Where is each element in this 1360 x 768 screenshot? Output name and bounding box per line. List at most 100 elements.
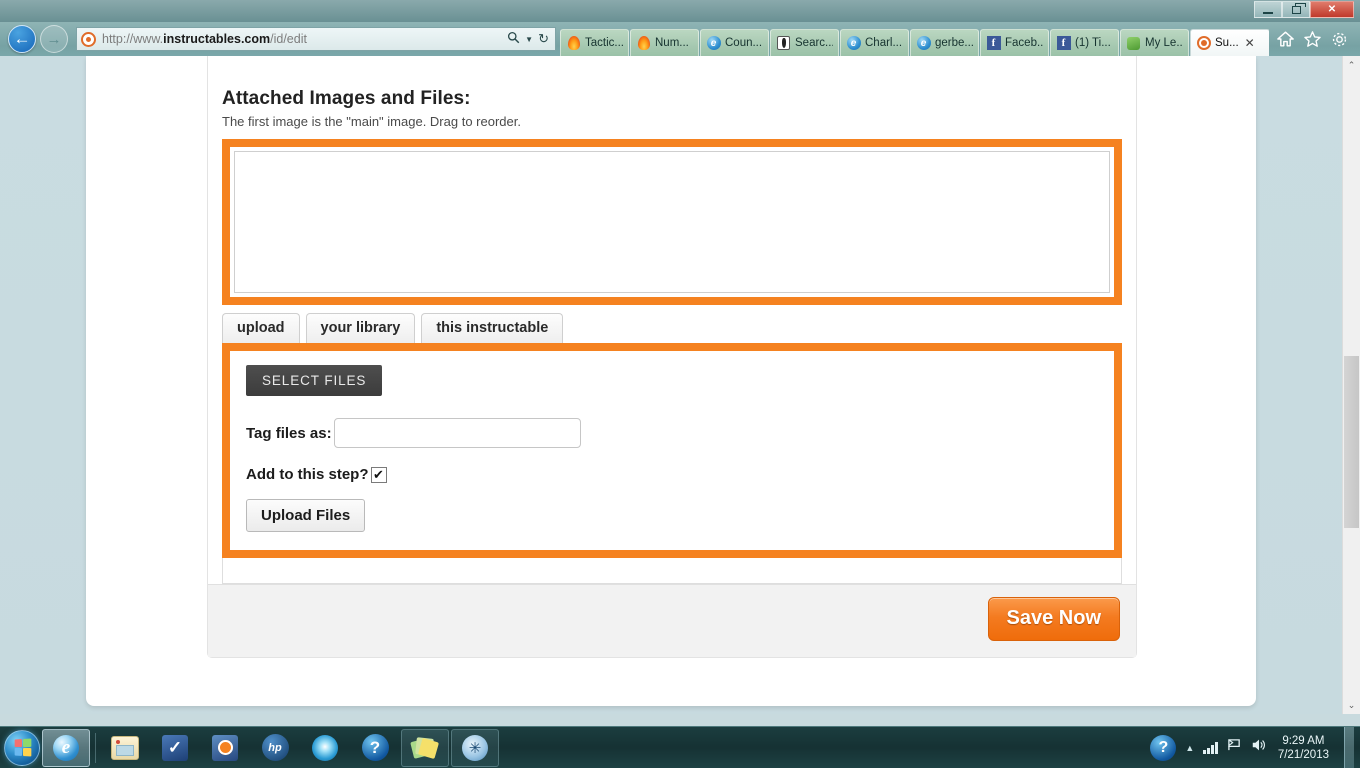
tab-this-instructable[interactable]: this instructable — [421, 313, 564, 343]
page-scrollbar[interactable]: ⌃ ⌄ — [1342, 56, 1360, 714]
dropzone-highlight — [222, 139, 1122, 305]
image-dropzone[interactable] — [234, 151, 1110, 293]
taskbar-item-help[interactable]: ? — [351, 729, 399, 767]
page-viewport: Attached Images and Files: The first ima… — [0, 56, 1360, 714]
browser-tab-2[interactable]: Coun... — [700, 29, 769, 56]
tray-overflow-caret-icon[interactable]: ▲ — [1185, 743, 1194, 753]
browser-tab-5[interactable]: gerbe... — [910, 29, 979, 56]
instructables-page: Attached Images and Files: The first ima… — [86, 56, 1256, 706]
taskbar: e ✓ hp ? ✳ ? ▲ 9:29 AM 7/21/2013 — [0, 726, 1360, 768]
ie-icon — [706, 36, 721, 51]
sticky-notes-icon — [410, 736, 440, 760]
site-identity-icon — [81, 31, 96, 47]
tab-upload[interactable]: upload — [222, 313, 300, 343]
clock[interactable]: 9:29 AM 7/21/2013 — [1276, 734, 1331, 762]
restore-button[interactable] — [1282, 1, 1310, 18]
taskbar-item-glow-app[interactable] — [301, 729, 349, 767]
close-button[interactable]: ✕ — [1310, 1, 1354, 18]
signal-bars-icon[interactable] — [1203, 741, 1218, 754]
taskbar-item-satellite-app[interactable]: ✳ — [451, 728, 499, 767]
taskbar-item-internet-explorer[interactable]: e — [42, 728, 90, 767]
taskbar-item-media-player[interactable] — [201, 729, 249, 767]
address-bar[interactable]: http://www.instructables.com/id/edit ▼ ↻ — [76, 27, 556, 51]
tray-question-mark-icon[interactable]: ? — [1150, 734, 1177, 761]
tab-label: Faceb... — [1005, 37, 1043, 49]
tab-label: My Le... — [1145, 37, 1183, 49]
flag-icon[interactable] — [1227, 738, 1242, 757]
start-button[interactable] — [4, 729, 40, 766]
upload-files-button[interactable]: Upload Files — [246, 499, 366, 532]
show-desktop-button[interactable] — [1344, 726, 1354, 768]
browser-tab-3[interactable]: Searc... — [770, 29, 839, 56]
browser-tab-9-active[interactable]: Su... ✕ — [1190, 29, 1269, 56]
settings-gear-icon[interactable] — [1331, 31, 1348, 48]
scroll-down-arrow-icon[interactable]: ⌄ — [1343, 696, 1360, 714]
chevron-down-icon[interactable]: ▼ — [525, 35, 533, 44]
browser-tab-0[interactable]: Tactic... — [560, 29, 629, 56]
taskbar-item-windows-explorer[interactable] — [101, 729, 149, 767]
tab-label: Searc... — [795, 37, 833, 49]
editor-form: Attached Images and Files: The first ima… — [207, 56, 1137, 658]
scrollbar-thumb[interactable] — [1344, 356, 1359, 528]
tab-strip: Tactic... Num... Coun... Searc... Charl.… — [560, 22, 1269, 56]
speaker-icon[interactable] — [1251, 738, 1267, 757]
clock-date: 7/21/2013 — [1277, 748, 1329, 761]
instructables-icon — [1196, 36, 1211, 51]
media-play-icon — [212, 734, 238, 761]
facebook-icon: f — [1056, 36, 1071, 51]
page-subtitle: The first image is the "main" image. Dra… — [222, 114, 521, 129]
browser-tab-7[interactable]: f (1) Ti... — [1050, 29, 1119, 56]
system-tray: ? ▲ 9:29 AM 7/21/2013 — [1150, 726, 1360, 768]
browser-toolbar: ← → http://www.instructables.com/id/edit… — [0, 22, 1360, 56]
refresh-icon[interactable]: ↻ — [538, 31, 549, 47]
check-icon: ✓ — [162, 734, 188, 761]
page-title: Attached Images and Files: — [222, 88, 471, 109]
tab-label: Charl... — [865, 37, 903, 49]
browser-tab-1[interactable]: Num... — [630, 29, 699, 56]
title-bar: ✕ — [0, 0, 1360, 22]
browser-tool-icons — [1269, 31, 1356, 48]
taskbar-item-sticky-notes[interactable] — [401, 728, 449, 767]
black-pen-icon — [776, 36, 791, 51]
green-square-icon — [1126, 36, 1141, 51]
tab-label: gerbe... — [935, 37, 973, 49]
attached-files-section: Attached Images and Files: The first ima… — [208, 88, 1136, 129]
folder-icon — [111, 735, 139, 760]
upload-source-tabs: upload your library this instructable — [208, 313, 1136, 343]
dropzone-highlight-wrapper — [208, 139, 1136, 305]
clock-time: 9:29 AM — [1282, 734, 1325, 747]
tag-files-row: Tag files as: — [246, 418, 1098, 448]
tag-files-label: Tag files as: — [246, 424, 332, 442]
taskbar-item-checkmark-app[interactable]: ✓ — [151, 729, 199, 767]
facebook-icon: f — [986, 36, 1001, 51]
save-now-button[interactable]: Save Now — [987, 597, 1120, 641]
scroll-up-arrow-icon[interactable]: ⌃ — [1343, 56, 1360, 74]
browser-window: ✕ ← → http://www.instructables.com/id/ed… — [0, 0, 1360, 714]
upload-panel-wrapper: SELECT FILES Tag files as: Add to this s… — [208, 343, 1136, 558]
taskbar-separator — [95, 732, 96, 763]
tag-files-input[interactable] — [333, 418, 581, 448]
browser-tab-4[interactable]: Charl... — [840, 29, 909, 56]
back-button[interactable]: ← — [8, 25, 36, 53]
search-icon[interactable] — [507, 31, 520, 47]
browser-tab-8[interactable]: My Le... — [1120, 29, 1189, 56]
glow-orb-icon — [312, 734, 338, 761]
tab-label: Num... — [655, 37, 689, 49]
forward-button[interactable]: → — [40, 25, 68, 53]
select-files-button[interactable]: SELECT FILES — [246, 365, 383, 396]
flame-icon — [636, 36, 651, 51]
home-icon[interactable] — [1277, 31, 1294, 47]
add-to-step-checkbox[interactable]: ✔ — [370, 466, 387, 483]
tab-label: (1) Ti... — [1075, 37, 1111, 49]
browser-tab-6[interactable]: f Faceb... — [980, 29, 1049, 56]
tab-label: Coun... — [725, 37, 763, 49]
ie-icon — [846, 36, 861, 51]
tab-close-icon[interactable]: ✕ — [1245, 36, 1255, 50]
minimize-button[interactable] — [1254, 1, 1282, 18]
favorites-star-icon[interactable] — [1304, 31, 1321, 47]
taskbar-item-hp-support[interactable]: hp — [251, 729, 299, 767]
add-to-step-label: Add to this step? — [246, 466, 369, 483]
tab-your-library[interactable]: your library — [305, 313, 416, 343]
tab-label: Tactic... — [585, 37, 623, 49]
upload-panel-highlight: SELECT FILES Tag files as: Add to this s… — [222, 343, 1122, 558]
